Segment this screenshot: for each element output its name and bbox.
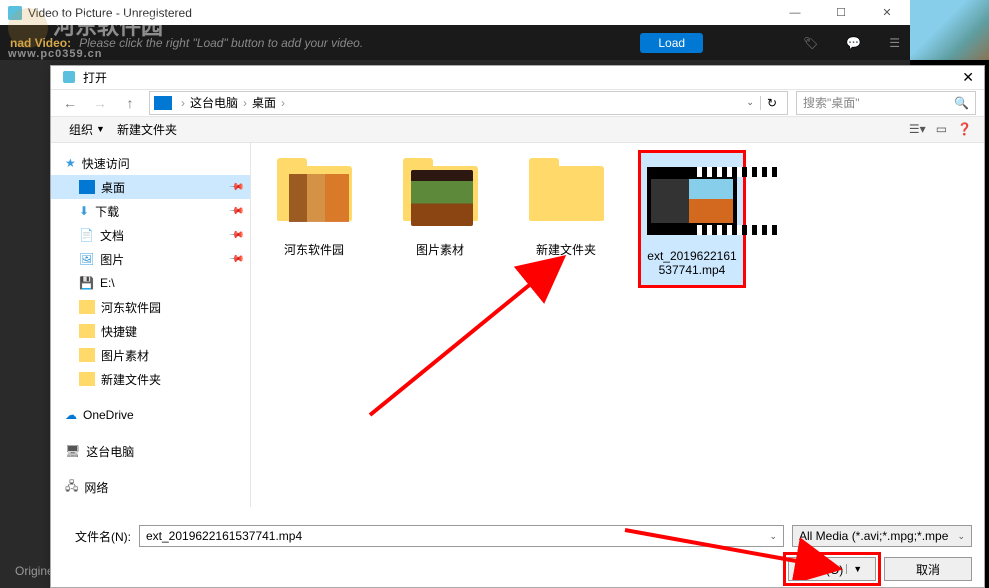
- sidebar-item-folder[interactable]: 图片素材: [51, 343, 250, 367]
- file-name: 河东软件园: [284, 241, 344, 258]
- file-name: ext_2019622161537741.mp4: [645, 249, 739, 277]
- chat-icon[interactable]: 💬: [846, 36, 861, 50]
- pc-icon: [154, 96, 172, 110]
- pin-icon: 📌: [227, 179, 244, 196]
- breadcrumb[interactable]: › 这台电脑 › 桌面 › ⌄ ↻: [149, 91, 788, 115]
- dialog-nav: ← → ↑ › 这台电脑 › 桌面 › ⌄ ↻ 搜索"桌面" 🔍: [51, 89, 984, 117]
- minimize-button[interactable]: —: [772, 0, 818, 25]
- sidebar-item-desktop[interactable]: 桌面 📌: [51, 175, 250, 199]
- breadcrumb-current[interactable]: 桌面: [252, 94, 276, 111]
- star-icon: ★: [65, 156, 76, 170]
- sidebar-item-folder[interactable]: 新建文件夹: [51, 367, 250, 391]
- chevron-down-icon[interactable]: ▼: [846, 564, 862, 574]
- refresh-icon[interactable]: ↻: [760, 96, 783, 110]
- dialog-footer: 文件名(N): ext_2019622161537741.mp4 ⌄ All M…: [51, 507, 984, 587]
- app-titlebar: Video to Picture - Unregistered — ☐ ✕: [0, 0, 910, 25]
- chevron-down-icon[interactable]: ⌄: [769, 531, 777, 542]
- search-icon[interactable]: 🔍: [954, 96, 969, 110]
- pc-icon: 🖥: [65, 444, 80, 458]
- sidebar-network[interactable]: 🖧 网络: [51, 475, 250, 499]
- origine-label: Origine: [15, 564, 54, 578]
- sidebar-item-folder[interactable]: 河东软件园: [51, 295, 250, 319]
- pin-icon: 📌: [227, 203, 244, 220]
- sidebar-item-label: 新建文件夹: [101, 371, 161, 388]
- load-hint: Please click the right "Load" button to …: [79, 36, 363, 50]
- open-dialog: 打开 ✕ ← → ↑ › 这台电脑 › 桌面 › ⌄ ↻ 搜索"桌面" 🔍 组织…: [50, 65, 985, 588]
- close-button[interactable]: ✕: [864, 0, 910, 25]
- chevron-down-icon[interactable]: ⌄: [957, 531, 965, 542]
- document-icon: 📄: [79, 228, 94, 242]
- open-button[interactable]: 打开(O) ▼: [788, 557, 876, 581]
- list-icon[interactable]: ☰: [889, 36, 900, 50]
- maximize-button[interactable]: ☐: [818, 0, 864, 25]
- filename-input[interactable]: ext_2019622161537741.mp4 ⌄: [139, 525, 784, 547]
- sidebar-item-label: 下载: [95, 203, 119, 220]
- view-icon[interactable]: ☰▾: [909, 122, 926, 136]
- dialog-icon: [61, 69, 77, 85]
- tag-icon[interactable]: 🏷: [803, 36, 818, 50]
- nav-up-icon[interactable]: ↑: [119, 92, 141, 114]
- quick-access-header[interactable]: ★ 快速访问: [51, 151, 250, 175]
- search-input[interactable]: 搜索"桌面" 🔍: [796, 91, 976, 115]
- folder-icon: [79, 324, 95, 338]
- pin-icon: 📌: [227, 251, 244, 268]
- search-placeholder: 搜索"桌面": [803, 94, 860, 111]
- breadcrumb-dropdown-icon[interactable]: ⌄: [746, 97, 754, 108]
- sidebar-onedrive[interactable]: ☁ OneDrive: [51, 403, 250, 427]
- dialog-toolbar: 组织▼ 新建文件夹 ☰▾ ▭ ❓: [51, 117, 984, 143]
- dialog-close-icon[interactable]: ✕: [962, 69, 974, 86]
- file-area[interactable]: 河东软件园 图片素材 新建文件夹 ext_2019622161537741.mp…: [251, 143, 984, 507]
- sidebar-item-label: E:\: [100, 276, 115, 290]
- help-icon[interactable]: ❓: [957, 122, 972, 136]
- file-item-folder[interactable]: 图片素材: [389, 153, 491, 258]
- file-name: 图片素材: [416, 241, 464, 258]
- file-item-folder[interactable]: 新建文件夹: [515, 153, 617, 258]
- nav-forward-icon[interactable]: →: [89, 92, 111, 114]
- file-item-video[interactable]: ext_2019622161537741.mp4: [641, 153, 743, 285]
- sidebar-item-label: 文档: [100, 227, 124, 244]
- sidebar-item-pictures[interactable]: 🖼 图片 📌: [51, 247, 250, 271]
- drive-icon: 💾: [79, 276, 94, 290]
- sidebar-this-pc[interactable]: 🖥 这台电脑: [51, 439, 250, 463]
- sidebar: ★ 快速访问 桌面 📌 ⬇ 下载 📌 📄 文档 📌 🖼 图片 📌: [51, 143, 251, 507]
- sidebar-item-drive-e[interactable]: 💾 E:\: [51, 271, 250, 295]
- picture-icon: 🖼: [79, 252, 94, 266]
- app-toolbar: nad Video: Please click the right "Load"…: [0, 25, 910, 60]
- dialog-titlebar: 打开 ✕: [51, 66, 984, 89]
- cloud-icon: ☁: [65, 408, 77, 422]
- sidebar-item-downloads[interactable]: ⬇ 下载 📌: [51, 199, 250, 223]
- sidebar-item-label: 河东软件园: [101, 299, 161, 316]
- sidebar-item-label: 图片素材: [101, 347, 149, 364]
- folder-icon: [79, 372, 95, 386]
- download-icon: ⬇: [79, 204, 89, 218]
- breadcrumb-root[interactable]: 这台电脑: [190, 94, 238, 111]
- organize-button[interactable]: 组织▼: [63, 117, 111, 142]
- nav-back-icon[interactable]: ←: [59, 92, 81, 114]
- dialog-title-text: 打开: [83, 69, 107, 86]
- sidebar-item-label: 图片: [100, 251, 124, 268]
- load-button[interactable]: Load: [640, 33, 703, 53]
- filename-label: 文件名(N):: [63, 528, 131, 545]
- file-item-folder[interactable]: 河东软件园: [263, 153, 365, 258]
- sidebar-item-folder[interactable]: 快捷键: [51, 319, 250, 343]
- desktop-icon: [79, 180, 95, 194]
- load-video-label: nad Video:: [10, 36, 71, 50]
- sidebar-item-label: 桌面: [101, 179, 125, 196]
- sidebar-item-label: 快捷键: [101, 323, 137, 340]
- file-type-select[interactable]: All Media (*.avi;*.mpg;*.mpe ⌄: [792, 525, 972, 547]
- folder-icon: [79, 348, 95, 362]
- pin-icon: 📌: [227, 227, 244, 244]
- new-folder-button[interactable]: 新建文件夹: [111, 117, 183, 142]
- folder-icon: [79, 300, 95, 314]
- cancel-button[interactable]: 取消: [884, 557, 972, 581]
- app-icon: [8, 6, 22, 20]
- sidebar-item-documents[interactable]: 📄 文档 📌: [51, 223, 250, 247]
- preview-icon[interactable]: ▭: [936, 122, 947, 136]
- network-icon: 🖧: [65, 477, 78, 498]
- app-title: Video to Picture - Unregistered: [28, 6, 192, 20]
- file-name: 新建文件夹: [536, 241, 596, 258]
